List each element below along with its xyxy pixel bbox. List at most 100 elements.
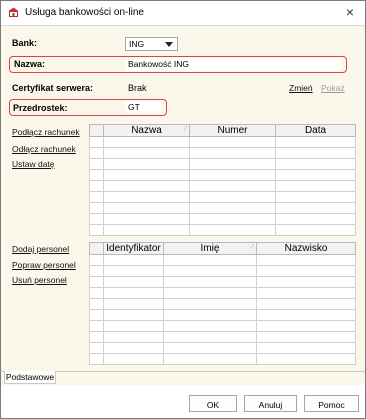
table-row[interactable] <box>89 147 356 159</box>
table-row[interactable] <box>89 254 356 266</box>
cell[interactable] <box>189 191 276 203</box>
table-row[interactable] <box>89 202 356 214</box>
table-row[interactable] <box>89 353 356 365</box>
table-row[interactable] <box>89 298 356 310</box>
cell[interactable] <box>103 287 164 299</box>
table-row[interactable] <box>89 213 356 225</box>
cell[interactable] <box>189 213 276 225</box>
table-row[interactable] <box>89 287 356 299</box>
cell[interactable] <box>163 276 257 288</box>
cell[interactable] <box>189 169 276 181</box>
table-row[interactable] <box>89 320 356 332</box>
column-header-identyfikator[interactable]: Identyfikator <box>103 242 164 255</box>
table-row[interactable] <box>89 158 356 170</box>
connect-account-link[interactable]: Podłącz rachunek <box>12 127 80 137</box>
cell[interactable] <box>103 309 164 321</box>
help-button[interactable]: Pomoc <box>304 395 359 412</box>
cell[interactable] <box>103 342 164 354</box>
cell[interactable] <box>103 158 190 170</box>
cell[interactable] <box>103 265 164 277</box>
cell[interactable] <box>103 202 190 214</box>
cell[interactable] <box>256 309 356 321</box>
table-row[interactable] <box>89 331 356 343</box>
cell[interactable] <box>275 202 356 214</box>
add-personnel-link[interactable]: Dodaj personel <box>12 244 69 254</box>
edit-personnel-link[interactable]: Popraw personel <box>12 260 76 270</box>
cell[interactable] <box>103 224 190 236</box>
close-icon[interactable]: × <box>343 5 357 19</box>
cell[interactable] <box>103 136 190 148</box>
cell[interactable] <box>275 191 356 203</box>
cell[interactable] <box>103 147 190 159</box>
cert-change-link[interactable]: Zmień <box>289 83 313 93</box>
column-header-data[interactable]: Data <box>275 124 356 137</box>
accounts-table[interactable]: Nazwa ⁄ Numer Data <box>89 124 356 236</box>
table-row[interactable] <box>89 180 356 192</box>
cell[interactable] <box>256 265 356 277</box>
cell[interactable] <box>256 298 356 310</box>
cell[interactable] <box>189 224 276 236</box>
ok-button[interactable]: OK <box>189 395 237 412</box>
personnel-table[interactable]: Identyfikator Imię ⁄ Nazwisko <box>89 242 356 365</box>
cell[interactable] <box>103 169 190 181</box>
cell[interactable] <box>189 180 276 192</box>
cell[interactable] <box>189 202 276 214</box>
cell[interactable] <box>103 353 164 365</box>
table-row[interactable] <box>89 169 356 181</box>
cell[interactable] <box>189 147 276 159</box>
cell[interactable] <box>189 158 276 170</box>
cell[interactable] <box>103 298 164 310</box>
cell[interactable] <box>163 254 257 266</box>
table-row[interactable] <box>89 136 356 148</box>
cell[interactable] <box>275 169 356 181</box>
cell[interactable] <box>275 158 356 170</box>
table-row[interactable] <box>89 342 356 354</box>
cell[interactable] <box>163 331 257 343</box>
cell[interactable] <box>275 147 356 159</box>
cell[interactable] <box>275 224 356 236</box>
cell[interactable] <box>163 298 257 310</box>
cell[interactable] <box>256 254 356 266</box>
cell[interactable] <box>189 136 276 148</box>
cell[interactable] <box>256 320 356 332</box>
column-header-imie[interactable]: Imię ⁄ <box>163 242 257 255</box>
disconnect-account-link[interactable]: Odłącz rachunek <box>12 144 76 154</box>
cell[interactable] <box>103 213 190 225</box>
column-header-nazwisko[interactable]: Nazwisko <box>256 242 356 255</box>
cert-show-link[interactable]: Pokaż <box>321 83 345 93</box>
cancel-button[interactable]: Anuluj <box>244 395 297 412</box>
table-row[interactable] <box>89 309 356 321</box>
column-header-numer[interactable]: Numer <box>189 124 276 137</box>
cell[interactable] <box>163 287 257 299</box>
table-row[interactable] <box>89 191 356 203</box>
cell[interactable] <box>163 309 257 321</box>
cell[interactable] <box>163 342 257 354</box>
cell[interactable] <box>103 276 164 288</box>
cell[interactable] <box>256 331 356 343</box>
nazwa-field[interactable]: Bankowość ING <box>125 58 341 71</box>
cell[interactable] <box>256 342 356 354</box>
cell[interactable] <box>256 276 356 288</box>
cell[interactable] <box>163 320 257 332</box>
table-row[interactable] <box>89 224 356 236</box>
cell[interactable] <box>275 136 356 148</box>
column-header-nazwa[interactable]: Nazwa ⁄ <box>103 124 190 137</box>
cell[interactable] <box>275 180 356 192</box>
table-row[interactable] <box>89 276 356 288</box>
cell[interactable] <box>256 353 356 365</box>
cell[interactable] <box>103 254 164 266</box>
cell[interactable] <box>163 265 257 277</box>
delete-personnel-link[interactable]: Usuń personel <box>12 275 67 285</box>
prefix-field[interactable]: GT <box>125 101 161 113</box>
cell[interactable] <box>103 331 164 343</box>
bank-select[interactable]: ING <box>125 37 178 51</box>
cell[interactable] <box>256 287 356 299</box>
cell[interactable] <box>103 191 190 203</box>
set-date-link[interactable]: Ustaw datę <box>12 159 55 169</box>
cell[interactable] <box>163 353 257 365</box>
cell[interactable] <box>103 320 164 332</box>
table-row[interactable] <box>89 265 356 277</box>
cell[interactable] <box>103 180 190 192</box>
tab-podstawowe[interactable]: Podstawowe <box>4 371 56 384</box>
cell[interactable] <box>275 213 356 225</box>
